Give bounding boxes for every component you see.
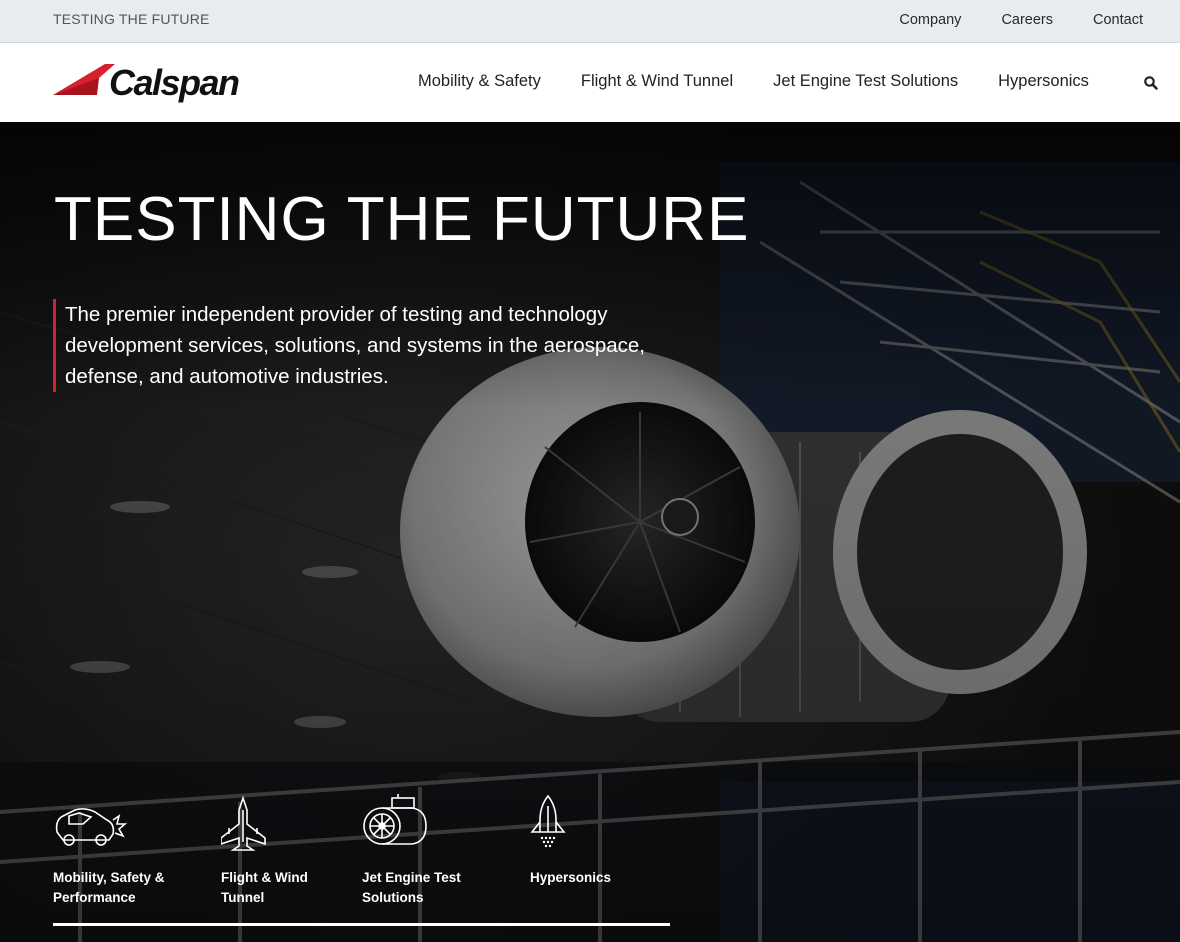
tagline: TESTING THE FUTURE: [53, 11, 210, 27]
logo-wordmark: Calspan: [109, 62, 239, 103]
nav-flight-wind-tunnel[interactable]: Flight & Wind Tunnel: [581, 72, 733, 91]
search-icon[interactable]: [1143, 75, 1159, 91]
jet-engine-icon: [363, 794, 427, 845]
calspan-logo[interactable]: Calspan: [53, 62, 263, 104]
card-active-indicator: [53, 923, 670, 926]
service-card-label: Hypersonics: [530, 870, 612, 885]
service-card-label: Jet Engine Test Solutions: [362, 870, 461, 905]
utility-nav: Company Careers Contact: [899, 12, 1143, 28]
hero-title: TESTING THE FUTURE: [54, 185, 750, 254]
service-card-label: Mobility, Safety & Performance: [53, 870, 165, 905]
main-header: Calspan Mobility & Safety Flight & Wind …: [0, 43, 1180, 122]
utility-link-careers[interactable]: Careers: [1001, 12, 1053, 28]
rocket-icon: [530, 794, 566, 848]
utility-bar: TESTING THE FUTURE Company Careers Conta…: [0, 0, 1180, 43]
nav-hypersonics[interactable]: Hypersonics: [998, 72, 1089, 91]
car-crash-icon: [55, 808, 128, 846]
nav-jet-engine-test[interactable]: Jet Engine Test Solutions: [773, 72, 958, 91]
hero-subtitle: The premier independent provider of test…: [53, 298, 665, 392]
utility-link-contact[interactable]: Contact: [1093, 12, 1143, 28]
primary-nav: Mobility & Safety Flight & Wind Tunnel J…: [418, 72, 1089, 91]
nav-mobility-safety[interactable]: Mobility & Safety: [418, 72, 541, 91]
service-card-label: Flight & Wind Tunnel: [221, 870, 308, 905]
jet-icon: [221, 795, 266, 851]
utility-link-company[interactable]: Company: [899, 12, 961, 28]
hero-section: TESTING THE FUTURE The premier independe…: [0, 122, 1180, 942]
